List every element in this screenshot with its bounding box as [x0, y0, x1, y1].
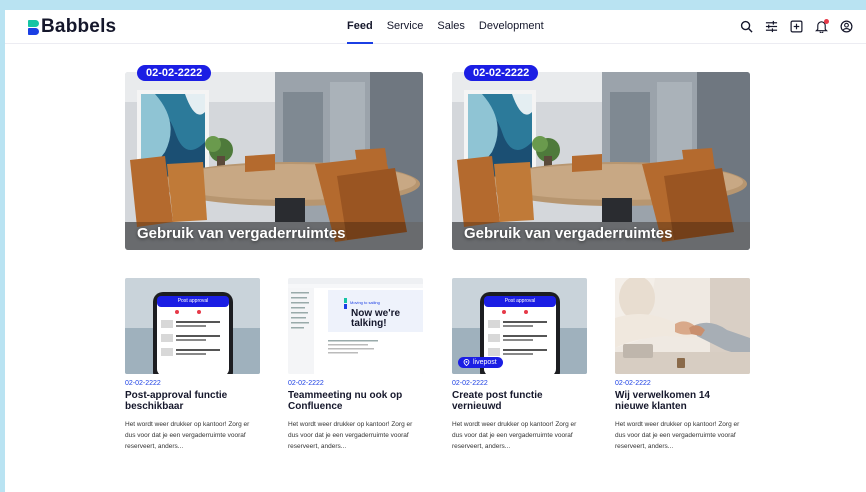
bell-icon[interactable] [814, 19, 829, 34]
hero-title: Gebruik van vergaderruimtes [137, 225, 346, 242]
hero-card-2[interactable]: 02-02-2222 Gebruik van vergaderruimtes [452, 65, 750, 250]
hero-date-badge: 02-02-2222 [464, 65, 539, 81]
card-date: 02-02-2222 [125, 380, 161, 387]
meeting-room-image [452, 72, 750, 250]
confluence-screenshot-image: Moving to sailing Now we're talking! [288, 278, 423, 374]
filter-icon[interactable] [764, 19, 779, 34]
hero-date-badge: 02-02-2222 [137, 65, 212, 81]
nav-sales[interactable]: Sales [437, 10, 465, 44]
phone-screen-header: Post approval [504, 298, 536, 304]
handshake-image [615, 278, 750, 374]
confluence-small-label: Moving to sailing [350, 300, 380, 305]
confluence-headline: Now we're talking! [351, 308, 401, 329]
card-date: 02-02-2222 [288, 380, 324, 387]
hero-card-1[interactable]: 02-02-2222 Gebruik van vergaderruimtes [125, 65, 423, 250]
brand-name: Babbels [41, 16, 117, 37]
logo-mark-icon [28, 19, 39, 35]
card-title: Create post functie vernieuwd [452, 390, 543, 412]
news-card-3[interactable]: Post approval livepost 02-02-2222 Create… [452, 278, 587, 452]
card-excerpt: Het wordt weer drukker op kantoor! Zorg … [125, 421, 250, 450]
meeting-room-image [125, 72, 423, 250]
nav-feed[interactable]: Feed [347, 10, 373, 44]
top-bar: Babbels Feed Service Sales Development [5, 10, 866, 44]
card-title: Teammeeting nu ook op Confluence [288, 390, 403, 412]
nav-development[interactable]: Development [479, 10, 544, 44]
card-date: 02-02-2222 [452, 380, 488, 387]
search-icon[interactable] [739, 19, 754, 34]
news-card-4[interactable]: 02-02-2222 Wij verwelkomen 14 nieuwe kla… [615, 278, 750, 452]
phone-app-image: Post approval [125, 278, 260, 374]
header-actions [729, 19, 854, 34]
location-pin-icon [463, 359, 470, 366]
notification-dot [824, 19, 829, 24]
card-date: 02-02-2222 [615, 380, 651, 387]
add-post-icon[interactable] [789, 19, 804, 34]
card-excerpt: Het wordt weer drukker op kantoor! Zorg … [288, 421, 413, 450]
brand-logo[interactable]: Babbels [28, 16, 116, 38]
app-frame: Babbels Feed Service Sales Development 0… [5, 10, 866, 492]
phone-screen-header: Post approval [177, 298, 209, 304]
nav-service[interactable]: Service [387, 10, 424, 44]
card-title: Post-approval functie beschikbaar [125, 390, 228, 412]
news-card-2[interactable]: Moving to sailing Now we're talking! 02-… [288, 278, 423, 452]
card-title: Wij verwelkomen 14 nieuwe klanten [615, 390, 710, 412]
phone-app-image: Post approval livepost [452, 278, 587, 374]
card-excerpt: Het wordt weer drukker op kantoor! Zorg … [452, 421, 577, 450]
hero-title: Gebruik van vergaderruimtes [464, 225, 673, 242]
main-nav: Feed Service Sales Development [347, 10, 558, 44]
livepost-label: livepost [473, 359, 497, 366]
news-card-1[interactable]: Post approval 02-02-2222 Post-approval f… [125, 278, 260, 452]
livepost-badge: livepost [458, 357, 503, 368]
account-icon[interactable] [839, 19, 854, 34]
card-excerpt: Het wordt weer drukker op kantoor! Zorg … [615, 421, 740, 450]
